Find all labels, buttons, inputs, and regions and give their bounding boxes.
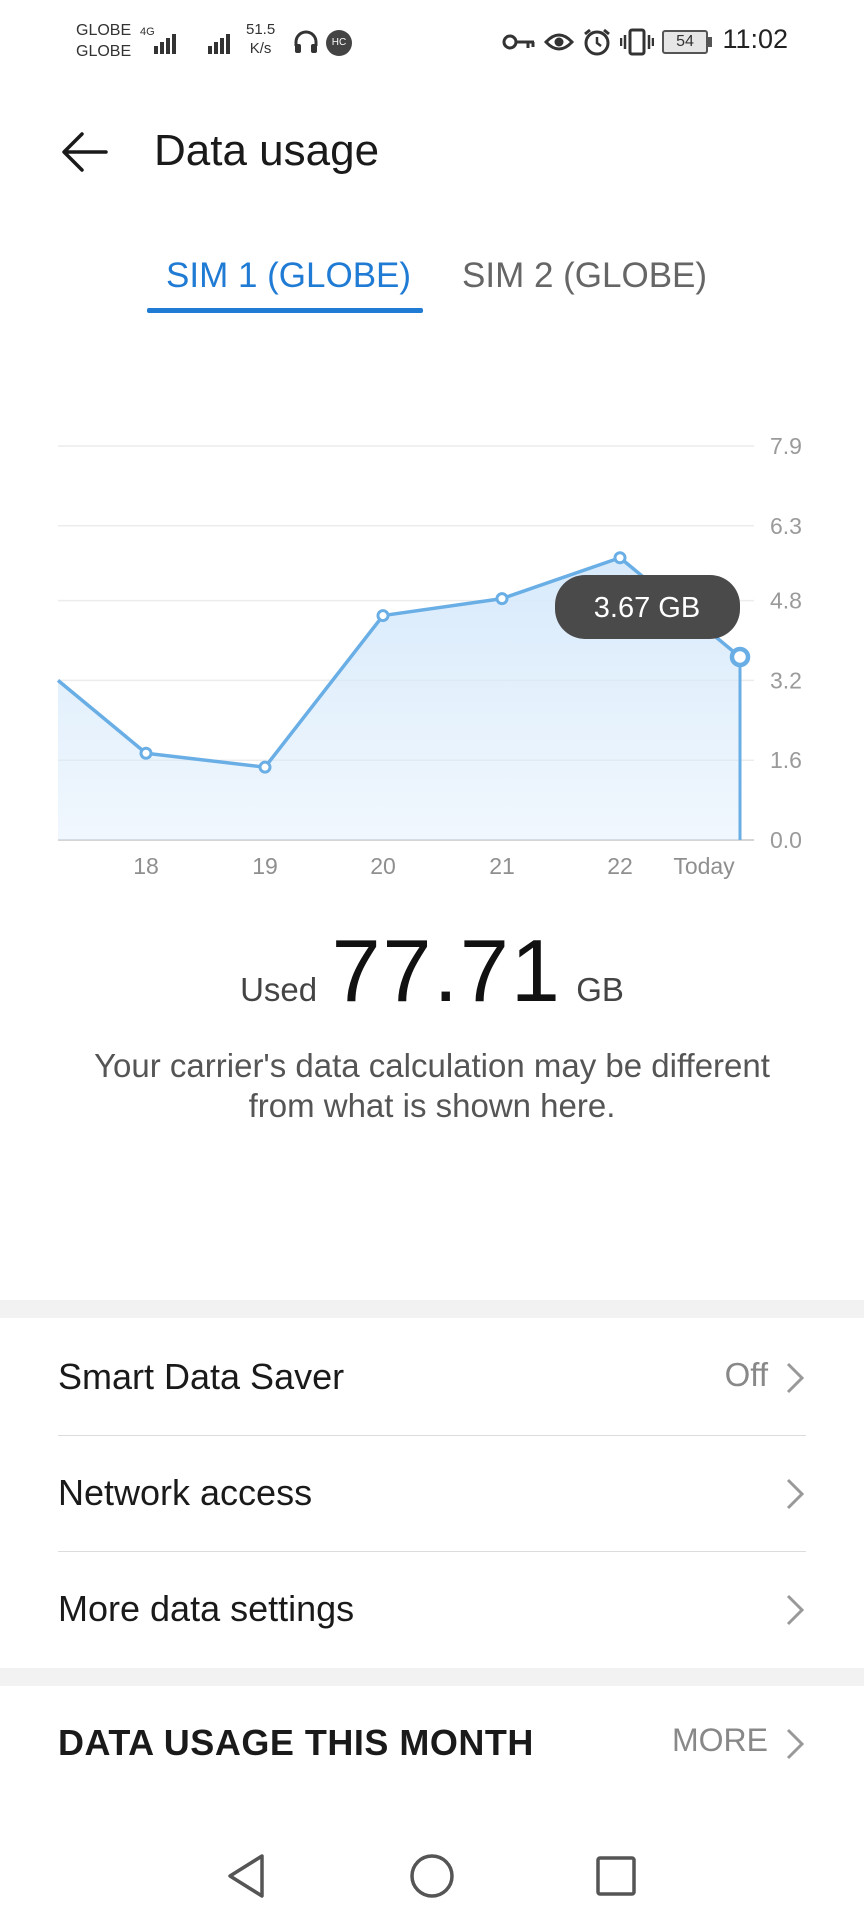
- back-triangle-icon[interactable]: [220, 1848, 276, 1904]
- carrier-note: Your carrier's data calculation may be d…: [94, 1047, 770, 1124]
- usage-summary: Used 77.71 GB: [0, 920, 864, 1022]
- y-tick-label: 6.3: [770, 513, 802, 539]
- app-header: Data usage: [0, 100, 864, 200]
- clock: 11:02: [722, 24, 788, 54]
- usage-chart: 7.9 6.3 4.8 3.2 1.6 0.0 18 19 20 21 22 Today 3.67 GB: [0, 420, 864, 880]
- y-tick-label: 4.8: [770, 588, 802, 614]
- status-bar: GLOBE GLOBE 4G 51.5 K/s HC 54 11:02: [0, 0, 864, 86]
- headphones-icon: [294, 30, 318, 53]
- hd-badge: HC: [326, 30, 352, 56]
- data-point: [139, 746, 153, 760]
- tab-sim-2[interactable]: SIM 2 (GLOBE): [462, 256, 707, 296]
- x-tick-label: 22: [607, 853, 633, 879]
- speed-unit: K/s: [249, 40, 272, 57]
- network-access-label: Network access: [58, 1472, 313, 1513]
- x-tick-label: 21: [489, 853, 515, 879]
- x-tick-label: Today: [673, 853, 735, 879]
- used-label: Used: [240, 971, 318, 1008]
- arrow-left-icon[interactable]: [56, 124, 112, 180]
- active-tab-indicator: [147, 308, 423, 313]
- home-circle-icon[interactable]: [404, 1848, 460, 1904]
- carrier-names: GLOBE GLOBE: [76, 20, 131, 62]
- y-tick-label: 1.6: [770, 747, 802, 773]
- x-tick-label: 20: [370, 853, 396, 879]
- more-label: MORE: [672, 1722, 768, 1758]
- carrier-1: GLOBE: [76, 22, 132, 39]
- eye-icon: [544, 33, 574, 51]
- network-speed: 51.5 K/s: [246, 20, 275, 58]
- chevron-right-icon: [786, 1728, 805, 1760]
- y-tick-label: 0.0: [770, 827, 802, 853]
- data-point: [258, 760, 272, 774]
- chevron-right-icon: [786, 1362, 805, 1394]
- section-divider: [0, 1668, 864, 1686]
- more-data-settings-row[interactable]: More data settings: [58, 1552, 806, 1668]
- alarm-icon: [584, 28, 610, 56]
- value-tooltip-label: 3.67 GB: [594, 592, 700, 624]
- chevron-right-icon: [786, 1594, 805, 1626]
- tab-sim-1[interactable]: SIM 1 (GLOBE): [166, 256, 411, 296]
- battery-icon: 54: [662, 30, 708, 54]
- more-button[interactable]: MORE: [672, 1722, 806, 1768]
- signal-icon: [208, 34, 230, 54]
- data-point: [495, 592, 509, 606]
- data-point: [376, 609, 390, 623]
- monthly-usage-title: DATA USAGE THIS MONTH: [58, 1722, 534, 1763]
- used-value: 77.71: [331, 921, 562, 1020]
- vibrate-icon: [620, 28, 654, 56]
- used-unit: GB: [576, 971, 624, 1008]
- y-tick-label: 7.9: [770, 433, 802, 459]
- key-icon: [502, 34, 535, 50]
- speed-value: 51.5: [246, 21, 276, 38]
- chevron-right-icon: [786, 1478, 805, 1510]
- signal-icon: [154, 34, 176, 54]
- x-tick-label: 18: [133, 853, 159, 879]
- x-tick-label: 19: [252, 853, 278, 879]
- carrier-2: GLOBE: [76, 43, 132, 60]
- y-tick-label: 3.2: [770, 667, 802, 693]
- today-data-point: [729, 646, 751, 668]
- system-nav-bar: [0, 1830, 864, 1920]
- battery-tip: [708, 37, 712, 47]
- smart-data-saver-row[interactable]: Smart Data Saver Off: [58, 1320, 806, 1436]
- recents-square-icon[interactable]: [588, 1848, 644, 1904]
- section-divider: [0, 1300, 864, 1318]
- smart-data-saver-label: Smart Data Saver: [58, 1356, 345, 1397]
- page-title: Data usage: [154, 126, 380, 175]
- usage-chart-svg: 7.9 6.3 4.8 3.2 1.6 0.0 18 19 20 21 22 Today 3.67 GB: [56, 433, 802, 879]
- data-point: [613, 551, 627, 565]
- network-access-row[interactable]: Network access: [58, 1436, 806, 1552]
- more-data-settings-label: More data settings: [58, 1588, 355, 1629]
- smart-data-saver-value: Off: [724, 1356, 768, 1393]
